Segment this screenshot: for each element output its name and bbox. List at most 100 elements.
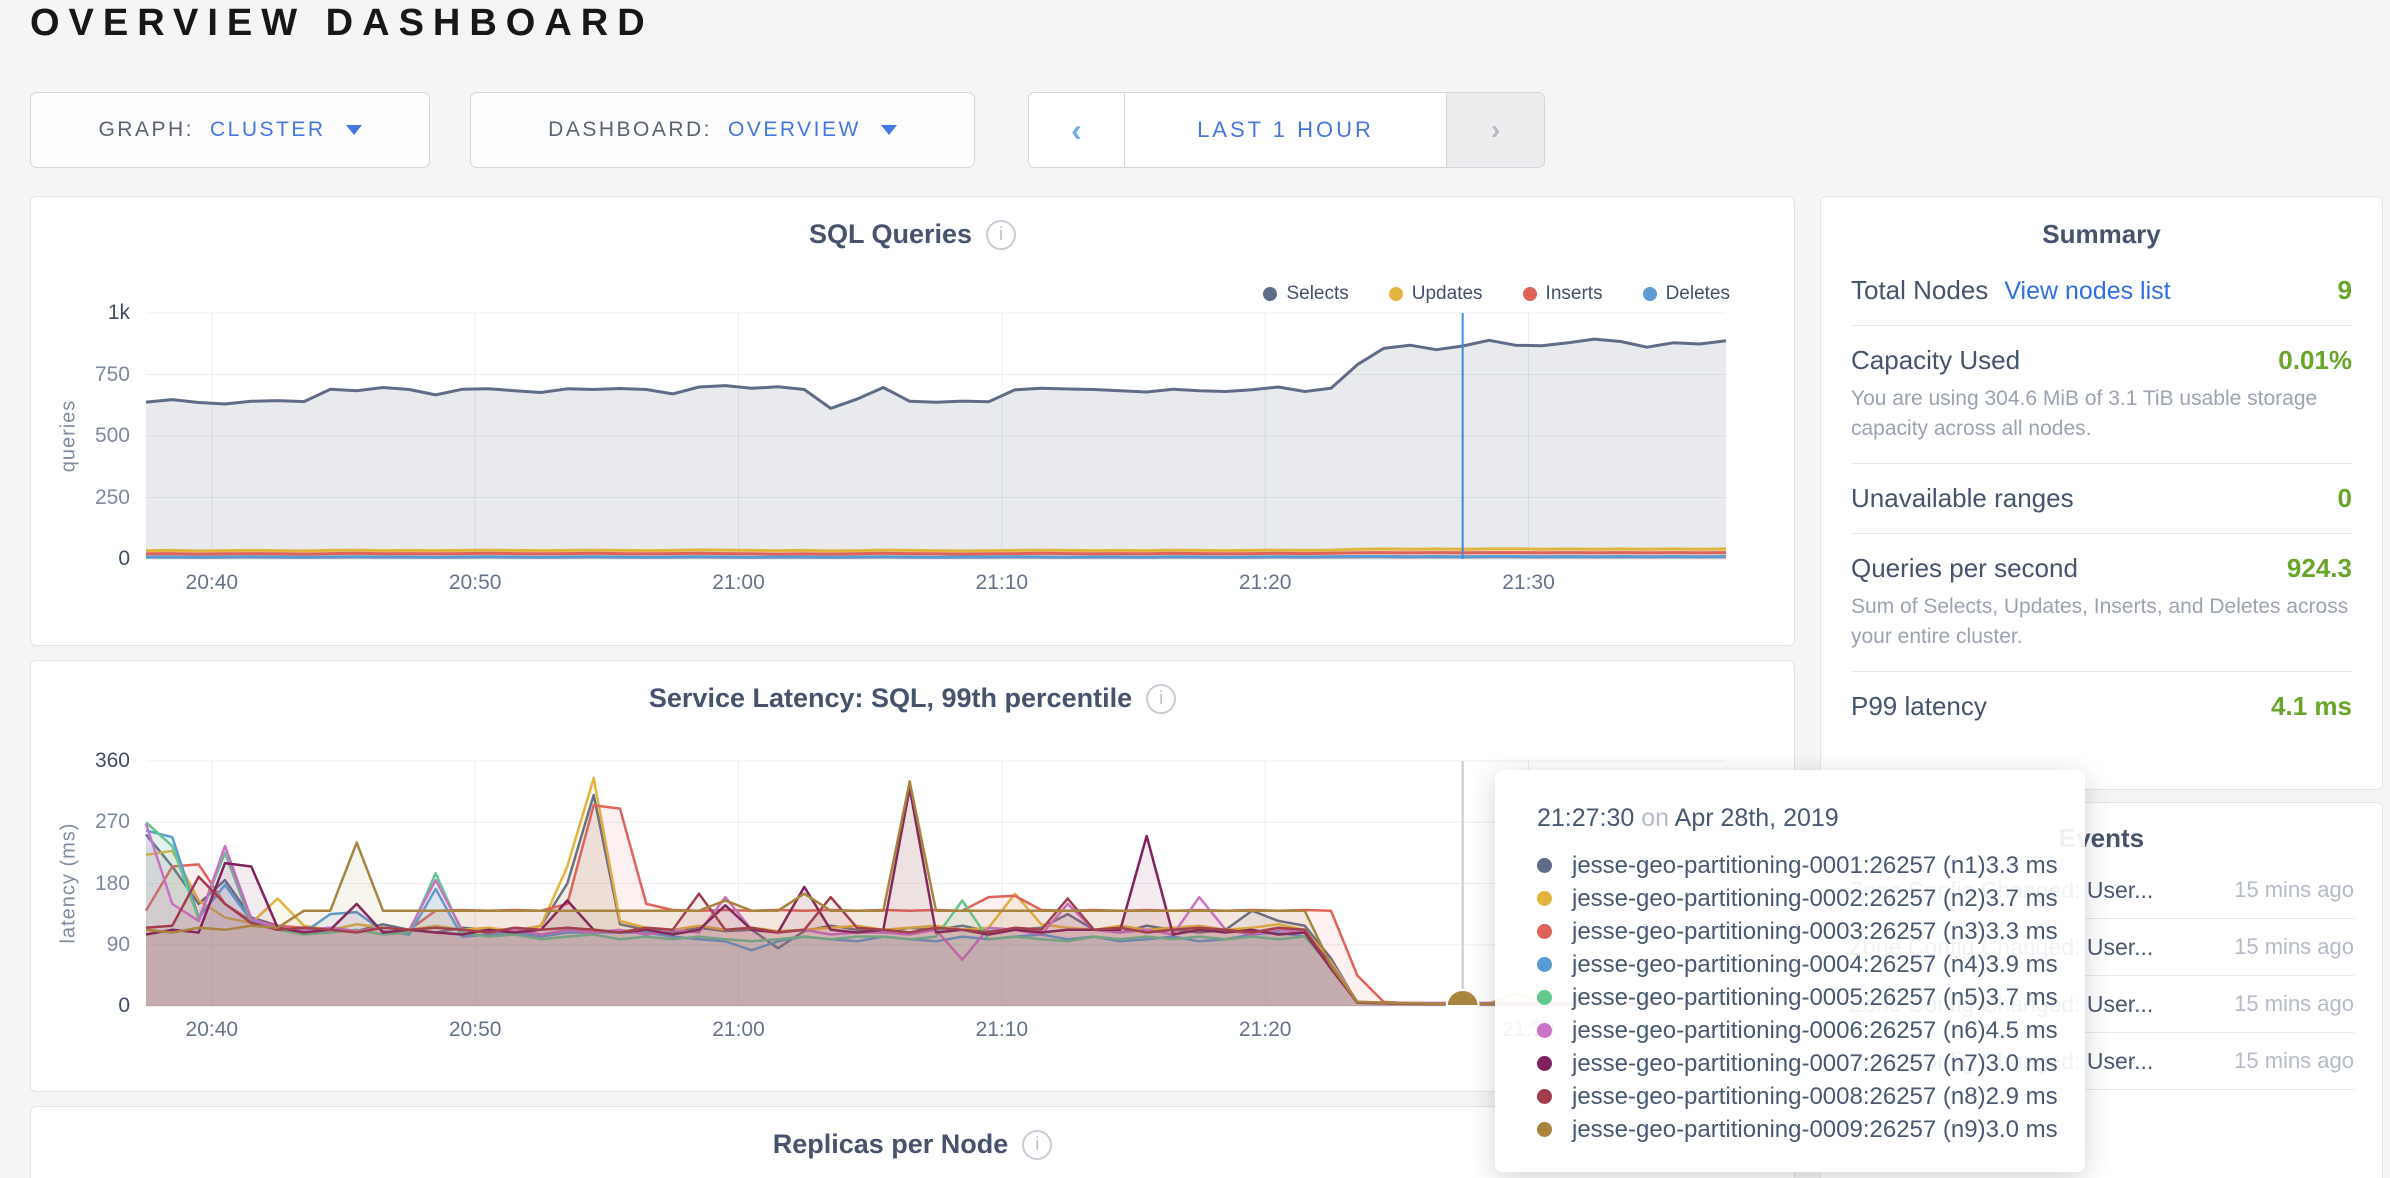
- series-line: [146, 557, 1726, 558]
- graph-dropdown[interactable]: GRAPH: CLUSTER: [30, 92, 430, 168]
- tooltip-node-name: jesse-geo-partitioning-0001:26257 (n1): [1572, 852, 1986, 880]
- summary-row-description: You are using 304.6 MiB of 3.1 TiB usabl…: [1851, 384, 2352, 444]
- tooltip-node-value: 2.9 ms: [1986, 1083, 2058, 1111]
- summary-row-value: 0: [2338, 483, 2352, 514]
- y-tick-label: 0: [118, 994, 130, 1018]
- y-tick-label: 0: [118, 547, 130, 571]
- summary-row-label: Unavailable ranges: [1851, 483, 2074, 514]
- legend-dot-icon: [1389, 287, 1403, 301]
- summary-row-label: P99 latency: [1851, 691, 1987, 722]
- tooltip-node-name: jesse-geo-partitioning-0003:26257 (n3): [1572, 918, 1986, 946]
- summary-row: Queries per second924.3 Sum of Selects, U…: [1851, 534, 2352, 672]
- info-icon[interactable]: i: [986, 220, 1016, 250]
- summary-row-line: Unavailable ranges 0: [1851, 483, 2352, 514]
- tooltip-row: jesse-geo-partitioning-0005:26257 (n5)3.…: [1537, 981, 2045, 1014]
- series-dot-icon: [1537, 924, 1552, 939]
- summary-row-description: Sum of Selects, Updates, Inserts, and De…: [1851, 592, 2352, 652]
- summary-row: P99 latency4.1 ms: [1851, 672, 2352, 741]
- series-dot-icon: [1537, 1056, 1552, 1071]
- series-dot-icon: [1537, 858, 1552, 873]
- x-tick-label: 21:10: [976, 1018, 1029, 1042]
- y-tick-label: 360: [95, 749, 130, 773]
- tooltip-node-name: jesse-geo-partitioning-0007:26257 (n7): [1572, 1050, 1986, 1078]
- x-tick-label: 21:20: [1239, 1018, 1292, 1042]
- x-tick-label: 21:00: [712, 571, 765, 595]
- chevron-left-icon: ‹: [1071, 112, 1082, 149]
- tooltip-node-value: 3.0 ms: [1986, 1050, 2058, 1078]
- tooltip-row: jesse-geo-partitioning-0002:26257 (n2)3.…: [1537, 882, 2045, 915]
- y-tick-label: 500: [95, 424, 130, 448]
- time-window-label[interactable]: LAST 1 HOUR: [1125, 93, 1446, 167]
- y-tick-label: 750: [95, 363, 130, 387]
- y-axis-title: queries: [58, 400, 81, 473]
- service-latency-plot[interactable]: 09018027036020:4020:5021:0021:1021:2021:…: [146, 761, 1726, 1006]
- tooltip-row: jesse-geo-partitioning-0001:26257 (n1)3.…: [1537, 849, 2045, 882]
- overview-dashboard-page: OVERVIEW DASHBOARD GRAPH: CLUSTER DASHBO…: [0, 0, 2390, 1178]
- tooltip-node-name: jesse-geo-partitioning-0002:26257 (n2): [1572, 885, 1986, 913]
- dashboard-dropdown[interactable]: DASHBOARD: OVERVIEW: [470, 92, 975, 168]
- series-dot-icon: [1537, 1122, 1552, 1137]
- time-window-selector: ‹ LAST 1 HOUR ›: [1028, 92, 1545, 168]
- summary-row-line: Queries per second924.3: [1851, 553, 2352, 584]
- legend-dot-icon: [1263, 287, 1277, 301]
- legend-label: Selects: [1286, 283, 1348, 305]
- summary-row: Total NodesView nodes list9: [1851, 256, 2352, 326]
- info-icon[interactable]: i: [1146, 684, 1176, 714]
- time-window-prev-button[interactable]: ‹: [1029, 93, 1125, 167]
- x-tick-label: 21:00: [712, 1018, 765, 1042]
- info-icon[interactable]: i: [1022, 1130, 1052, 1160]
- y-tick-label: 90: [107, 933, 130, 957]
- series-area: [146, 781, 1726, 1006]
- chevron-right-icon: ›: [1491, 114, 1500, 146]
- summary-row-value: 924.3: [2287, 553, 2352, 584]
- tooltip-node-value: 3.3 ms: [1986, 852, 2058, 880]
- tooltip-row: jesse-geo-partitioning-0006:26257 (n6)4.…: [1537, 1014, 2045, 1047]
- sql-queries-legend: SelectsUpdatesInsertsDeletes: [1263, 283, 1730, 305]
- service-latency-chart-title: Service Latency: SQL, 99th percentile: [649, 683, 1132, 714]
- summary-row-link[interactable]: View nodes list: [2004, 277, 2170, 306]
- tooltip-node-value: 3.9 ms: [1986, 951, 2058, 979]
- summary-row-label: Capacity Used: [1851, 345, 2020, 376]
- legend-item: Updates: [1389, 283, 1483, 305]
- series-dot-icon: [1537, 990, 1552, 1005]
- tooltip-date: Apr 28th, 2019: [1675, 804, 1839, 832]
- chevron-down-icon: [346, 125, 362, 135]
- summary-rows: Total NodesView nodes list9Capacity Used…: [1851, 256, 2352, 741]
- time-window-next-button[interactable]: ›: [1446, 93, 1544, 167]
- event-time: 15 mins ago: [2224, 932, 2354, 962]
- summary-row-value: 9: [2338, 275, 2352, 306]
- y-tick-label: 1k: [108, 301, 130, 325]
- chart-hover-tooltip: 21:27:30 on Apr 28th, 2019 jesse-geo-par…: [1495, 770, 2085, 1172]
- event-time: 15 mins ago: [2224, 1046, 2354, 1076]
- tooltip-row: jesse-geo-partitioning-0004:26257 (n4)3.…: [1537, 948, 2045, 981]
- dashboard-dropdown-value: OVERVIEW: [728, 118, 861, 142]
- sql-queries-plot[interactable]: 02505007501k20:4020:5021:0021:1021:2021:…: [146, 313, 1726, 559]
- tooltip-node-value: 3.3 ms: [1986, 918, 2058, 946]
- x-tick-label: 21:30: [1502, 571, 1555, 595]
- sql-queries-chart-title: SQL Queries: [809, 219, 972, 250]
- y-tick-label: 180: [95, 872, 130, 896]
- page-title: OVERVIEW DASHBOARD: [30, 2, 654, 45]
- series-dot-icon: [1537, 1023, 1552, 1038]
- tooltip-timestamp: 21:27:30 on Apr 28th, 2019: [1537, 804, 2045, 833]
- tooltip-connector: on: [1641, 804, 1669, 832]
- y-axis-title: latency (ms): [58, 823, 81, 944]
- series-area: [146, 339, 1726, 559]
- x-tick-label: 21:20: [1239, 571, 1292, 595]
- tooltip-node-name: jesse-geo-partitioning-0004:26257 (n4): [1572, 951, 1986, 979]
- hover-point-marker: [1447, 990, 1479, 1006]
- tooltip-time: 21:27:30: [1537, 804, 1634, 832]
- legend-dot-icon: [1523, 287, 1537, 301]
- summary-row-line: Total NodesView nodes list9: [1851, 275, 2352, 306]
- tooltip-node-name: jesse-geo-partitioning-0006:26257 (n6): [1572, 1017, 1986, 1045]
- tooltip-node-name: jesse-geo-partitioning-0008:26257 (n8): [1572, 1083, 1986, 1111]
- legend-item: Inserts: [1523, 283, 1603, 305]
- series-dot-icon: [1537, 957, 1552, 972]
- summary-row-line: P99 latency4.1 ms: [1851, 691, 2352, 722]
- tooltip-node-value: 3.7 ms: [1986, 885, 2058, 913]
- legend-label: Updates: [1412, 283, 1483, 305]
- summary-row-line: Capacity Used0.01%: [1851, 345, 2352, 376]
- legend-label: Inserts: [1546, 283, 1603, 305]
- event-time: 15 mins ago: [2224, 989, 2354, 1019]
- x-tick-label: 20:50: [449, 571, 502, 595]
